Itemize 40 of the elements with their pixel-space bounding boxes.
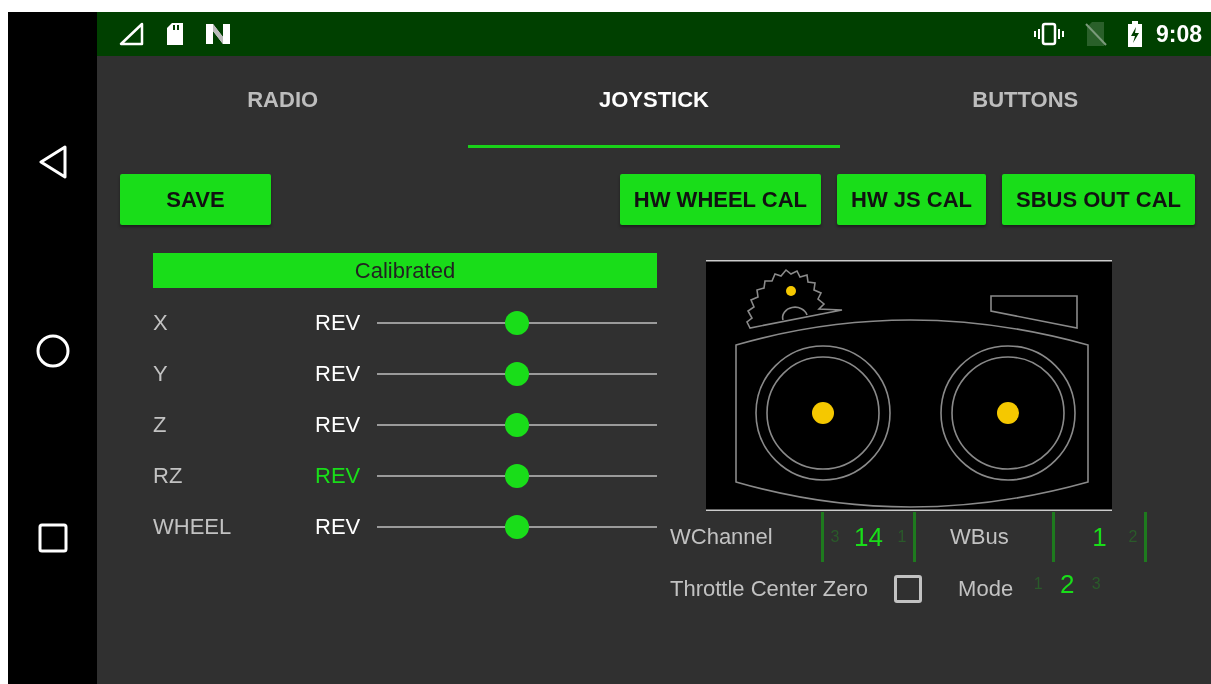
calibration-status-bar: Calibrated bbox=[153, 253, 657, 288]
reverse-toggle[interactable]: REV bbox=[315, 360, 377, 387]
battery-charging-icon bbox=[1127, 21, 1142, 47]
axis-label: Y bbox=[153, 360, 169, 387]
axis-label: Z bbox=[153, 411, 168, 438]
reverse-toggle[interactable]: REV bbox=[315, 513, 377, 540]
wheel-channel-label: WChannel bbox=[670, 524, 774, 550]
wheel-bus-label: WBus bbox=[950, 524, 1010, 550]
signal-icon bbox=[119, 22, 145, 46]
axis-label: X bbox=[153, 309, 169, 336]
mode-label: Mode bbox=[958, 576, 1014, 602]
axis-label: RZ bbox=[153, 462, 184, 489]
calibration-button[interactable]: HW WHEEL CAL bbox=[619, 174, 821, 225]
axis-slider-thumb[interactable] bbox=[505, 463, 529, 488]
axis-label: WHEEL bbox=[153, 513, 233, 540]
tab[interactable]: BUTTONS bbox=[839, 56, 1211, 148]
no-sim-icon bbox=[1083, 21, 1108, 47]
sd-card-icon bbox=[165, 22, 185, 46]
throttle-center-zero-label: Throttle Center Zero bbox=[670, 576, 869, 602]
axis-slider-thumb[interactable] bbox=[505, 310, 529, 335]
save-button[interactable]: SAVE bbox=[120, 174, 271, 225]
picker-value: 2 bbox=[1058, 568, 1076, 600]
throttle-center-zero-checkbox[interactable] bbox=[894, 575, 923, 603]
reverse-toggle[interactable]: REV bbox=[315, 309, 377, 336]
reverse-toggle[interactable]: REV bbox=[315, 462, 377, 489]
tab[interactable]: JOYSTICK bbox=[468, 56, 840, 148]
picker-value: 1 bbox=[1091, 521, 1108, 553]
vibrate-icon bbox=[1033, 22, 1064, 46]
reverse-toggle[interactable]: REV bbox=[315, 411, 377, 438]
axis-slider-thumb[interactable] bbox=[505, 412, 529, 437]
n-logo-icon bbox=[205, 23, 231, 45]
clock-time: 9:08 bbox=[1155, 20, 1202, 48]
axis-slider-thumb[interactable] bbox=[505, 514, 529, 539]
axis-slider-thumb[interactable] bbox=[505, 361, 529, 386]
calibration-button[interactable]: SBUS OUT CAL bbox=[1002, 174, 1195, 225]
calibration-button[interactable]: HW JS CAL bbox=[837, 174, 986, 225]
recents-icon[interactable] bbox=[37, 523, 68, 553]
picker-value: 14 bbox=[853, 521, 884, 553]
home-icon[interactable] bbox=[35, 334, 70, 368]
tab[interactable]: RADIO bbox=[97, 56, 469, 148]
